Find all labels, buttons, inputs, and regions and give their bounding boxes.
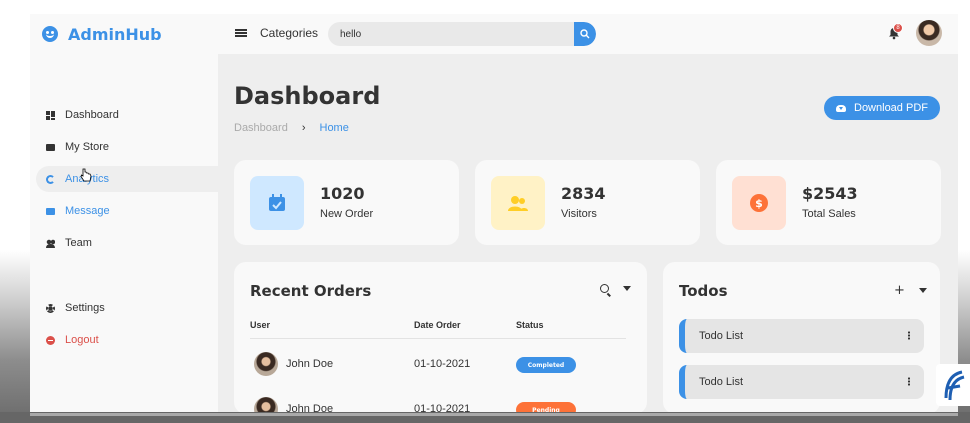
sidebar-item-settings[interactable]: Settings [36, 295, 218, 321]
more-vertical-icon[interactable] [908, 377, 910, 386]
notification-badge: 8 [893, 23, 903, 33]
filter-icon[interactable] [623, 286, 631, 291]
top-navbar: AdminHub Categories 8 [30, 14, 958, 54]
filter-icon[interactable] [918, 288, 927, 293]
svg-text:$: $ [755, 197, 763, 210]
stat-value: 2834 [561, 184, 606, 203]
column-header-user[interactable]: User [250, 320, 270, 330]
search-form [328, 22, 596, 46]
logout-icon [46, 335, 55, 345]
sidebar-item-label: My Store [65, 141, 110, 153]
admin-app-window: AdminHub Categories 8 Dashboard My Store [30, 14, 958, 414]
sidebar-item-message[interactable]: Message [36, 198, 218, 224]
todo-item[interactable]: Todo List [679, 319, 924, 353]
sidebar-item-label: Dashboard [65, 109, 119, 121]
search-input[interactable] [328, 22, 574, 46]
search-button[interactable] [574, 22, 596, 46]
team-icon [46, 238, 55, 248]
menu-icon[interactable] [235, 27, 247, 39]
stat-value: $2543 [802, 184, 858, 203]
stat-value: 1020 [320, 184, 365, 203]
header-divider [250, 338, 626, 339]
panel-title: Recent Orders [250, 282, 372, 300]
column-header-date[interactable]: Date Order [414, 320, 461, 330]
breadcrumb-dashboard[interactable]: Dashboard [234, 122, 288, 134]
profile-avatar[interactable] [916, 20, 942, 46]
settings-icon [46, 303, 55, 313]
dashboard-icon [46, 110, 55, 120]
brand-name: AdminHub [68, 24, 162, 44]
watermark-logo-icon [936, 364, 970, 406]
column-header-status[interactable]: Status [516, 320, 544, 330]
stat-label: New Order [320, 208, 374, 220]
download-pdf-button[interactable]: Download PDF [824, 96, 940, 120]
stat-card-new-order: 1020 New Order [234, 160, 459, 245]
main-content: Dashboard Dashboard › Home Download PDF … [218, 54, 958, 414]
page-title: Dashboard [234, 82, 381, 110]
sidebar-item-label: Team [65, 237, 92, 249]
sidebar-item-analytics[interactable]: Analytics [36, 166, 218, 192]
order-user: John Doe [286, 358, 334, 370]
video-progress-bar[interactable] [30, 413, 958, 416]
brand-logo[interactable]: AdminHub [42, 23, 162, 45]
sidebar-item-label: Logout [65, 334, 99, 346]
more-vertical-icon[interactable] [908, 331, 910, 340]
todos-panel: Todos + Todo List Todo List [663, 262, 940, 414]
cloud-download-icon [836, 104, 846, 112]
todo-label: Todo List [699, 376, 744, 388]
dollar-circle-icon: $ [732, 176, 786, 230]
sidebar-item-team[interactable]: Team [36, 230, 218, 256]
stat-label: Visitors [561, 208, 597, 220]
breadcrumb-home[interactable]: Home [320, 122, 349, 134]
categories-link[interactable]: Categories [260, 26, 318, 40]
message-icon [46, 207, 55, 215]
plus-icon[interactable]: + [894, 284, 905, 297]
calendar-check-icon [250, 176, 304, 230]
search-icon[interactable] [600, 284, 609, 293]
panel-title: Todos [679, 282, 728, 300]
todo-label: Todo List [699, 330, 744, 342]
sidebar: Dashboard My Store Analytics Message Tea… [30, 54, 218, 414]
order-date: 01-10-2021 [414, 358, 471, 370]
store-icon [46, 143, 55, 151]
sidebar-item-label: Settings [65, 302, 105, 314]
hand-cursor-icon [80, 168, 92, 182]
todo-item[interactable]: Todo List [679, 365, 924, 399]
stat-card-total-sales: $ $2543 Total Sales [716, 160, 941, 245]
chevron-right-icon: › [301, 122, 306, 134]
panel-tools [600, 284, 631, 293]
stat-card-visitors: 2834 Visitors [475, 160, 700, 245]
group-icon [491, 176, 545, 230]
avatar [254, 352, 278, 376]
recent-orders-panel: Recent Orders User Date Order Status Joh… [234, 262, 647, 414]
sidebar-item-my-store[interactable]: My Store [36, 134, 218, 160]
status-badge: Completed [516, 357, 576, 373]
panel-tools: + [894, 284, 927, 297]
search-icon [580, 29, 590, 39]
analytics-icon [46, 174, 55, 184]
sidebar-item-logout[interactable]: Logout [36, 327, 218, 353]
stat-label: Total Sales [802, 208, 856, 220]
sidebar-item-dashboard[interactable]: Dashboard [36, 102, 218, 128]
breadcrumb: Dashboard › Home [234, 122, 349, 134]
download-pdf-label: Download PDF [854, 102, 928, 114]
smile-icon [42, 26, 58, 42]
sidebar-item-label: Message [65, 205, 110, 217]
